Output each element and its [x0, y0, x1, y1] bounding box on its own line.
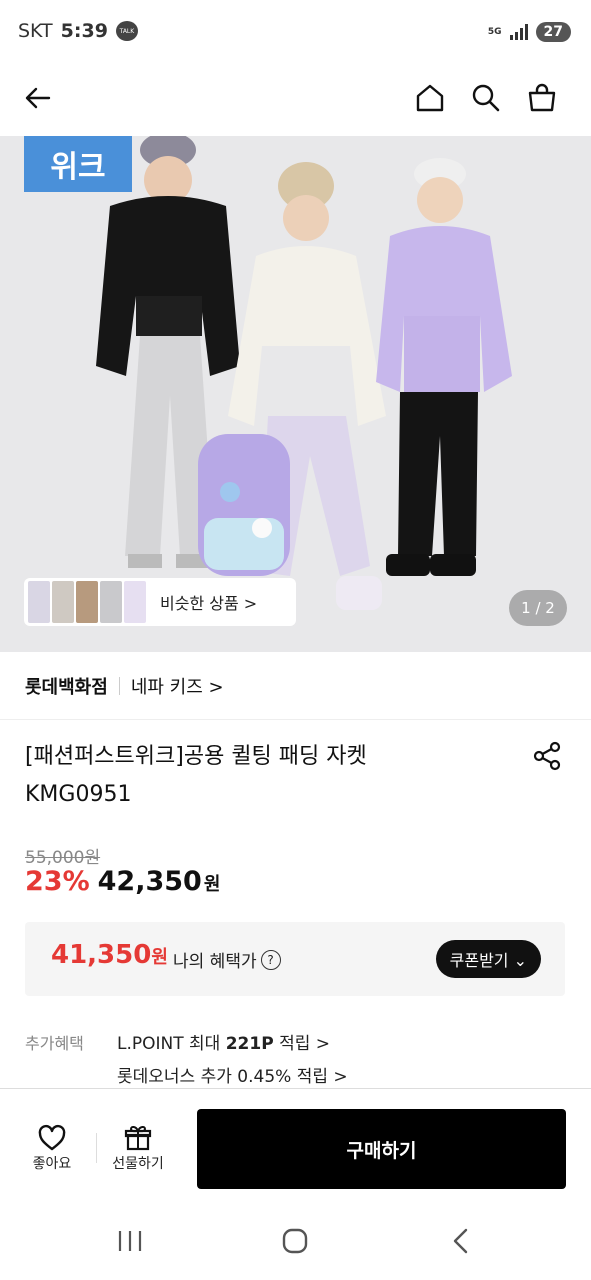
help-icon[interactable]: ?	[260, 949, 281, 970]
like-button[interactable]: 좋아요	[17, 1123, 87, 1173]
like-label: 좋아요	[32, 1156, 72, 1172]
extra-benefit-label: 추가혜택	[25, 1034, 84, 1053]
recent-apps-icon[interactable]	[110, 1226, 150, 1256]
thumbnail	[76, 581, 98, 623]
share-icon[interactable]	[531, 740, 563, 772]
bottom-action-bar: 좋아요 선물하기 구매하기	[0, 1088, 591, 1204]
divider	[118, 676, 120, 695]
benefit-label: 나의 혜택가 ?	[173, 947, 281, 972]
benefit-label-text: 나의 혜택가	[173, 952, 257, 972]
product-photo	[0, 136, 591, 652]
product-image-carousel[interactable]: 위크 비슷한 상품 > 1 / 2	[0, 136, 591, 652]
sale-price: 42,350	[97, 866, 202, 897]
home-button-icon[interactable]	[275, 1226, 315, 1256]
system-back-icon[interactable]	[441, 1226, 481, 1256]
buy-button[interactable]: 구매하기	[197, 1109, 566, 1189]
back-arrow-icon[interactable]	[18, 78, 58, 118]
similar-thumbnails	[28, 581, 146, 623]
gift-label: 선물하기	[112, 1156, 164, 1172]
lpoint-amount: 221P	[225, 1034, 274, 1054]
product-title-line1: [패션퍼스트위크]공용 퀼팅 패딩 자켓	[25, 744, 367, 769]
similar-products-label: 비슷한 상품 >	[160, 594, 258, 613]
system-nav-bar	[0, 1204, 591, 1280]
gift-button[interactable]: 선물하기	[103, 1123, 173, 1173]
sale-price-row: 23% 42,350 원	[25, 866, 220, 897]
similar-products-button[interactable]: 비슷한 상품 >	[24, 578, 296, 626]
gift-icon	[103, 1123, 173, 1153]
benefit-price-box: 41,350원 나의 혜택가 ? 쿠폰받기 ⌄	[25, 922, 565, 996]
currency-label: 원	[151, 947, 168, 968]
thumbnail	[124, 581, 146, 623]
battery-indicator: 27	[535, 22, 571, 42]
product-title-line2: KMG0951	[25, 782, 132, 807]
lpoint-suffix: 적립 >	[273, 1034, 331, 1054]
brand-link[interactable]: 네파 키즈 >	[131, 673, 224, 699]
talk-icon: TALK	[115, 21, 138, 41]
clock: 5:39	[60, 20, 108, 42]
status-bar: SKT 5:39 TALK 5G 27	[0, 0, 591, 66]
home-icon[interactable]	[410, 78, 450, 118]
heart-icon	[17, 1123, 87, 1153]
product-title: [패션퍼스트위크]공용 퀼팅 패딩 자켓 KMG0951	[25, 738, 505, 814]
divider	[96, 1133, 97, 1163]
shopping-bag-icon[interactable]	[522, 78, 562, 118]
carrier: SKT	[18, 20, 53, 42]
benefit-price-value: 41,350	[51, 940, 152, 970]
benefit-price: 41,350원	[51, 940, 168, 970]
coupon-button[interactable]: 쿠폰받기 ⌄	[435, 940, 541, 978]
lpoint-benefit-link[interactable]: L.POINT 최대 221P 적립 >	[117, 1029, 330, 1054]
top-nav	[0, 66, 591, 136]
thumbnail	[100, 581, 122, 623]
image-page-counter: 1 / 2	[509, 590, 567, 626]
thumbnail	[52, 581, 74, 623]
promo-badge: 위크	[24, 136, 132, 192]
thumbnail	[28, 581, 50, 623]
original-price: 55,000원	[25, 848, 101, 868]
lpoint-prefix: L.POINT 최대	[117, 1034, 226, 1054]
signal-icon	[509, 24, 528, 40]
store-name: 롯데백화점	[25, 676, 108, 698]
network-indicator: 5G	[487, 26, 502, 37]
currency-label: 원	[203, 874, 221, 895]
lotte-owners-benefit-link[interactable]: 롯데오너스 추가 0.45% 적립 >	[117, 1062, 348, 1087]
search-icon[interactable]	[466, 78, 506, 118]
brand-row: 롯데백화점 네파 키즈 >	[0, 652, 591, 720]
discount-rate: 23%	[25, 866, 90, 897]
